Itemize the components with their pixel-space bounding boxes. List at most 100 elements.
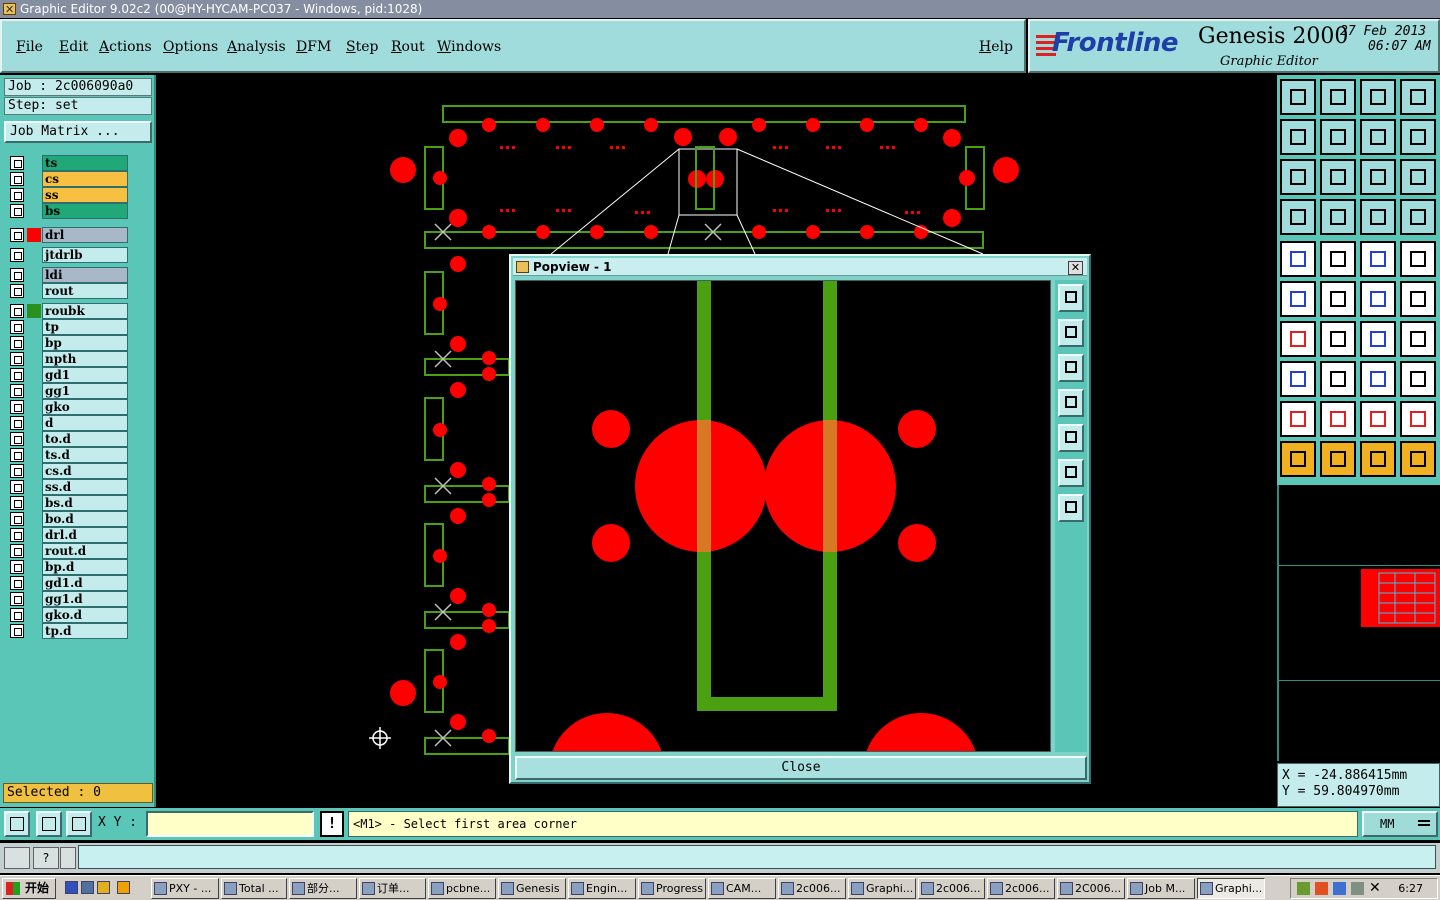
taskbar-item[interactable]: Engin... <box>568 878 636 899</box>
layer-row-ts[interactable]: ts <box>6 155 128 171</box>
layer-checkbox[interactable] <box>10 416 24 430</box>
layer-name[interactable]: bp <box>42 335 128 351</box>
exclaim-button[interactable]: ! <box>320 811 344 837</box>
grid-icon[interactable] <box>66 811 92 837</box>
popview-close-button[interactable]: Close <box>515 756 1087 780</box>
connect-icon[interactable] <box>1280 281 1316 317</box>
layer-checkbox[interactable] <box>10 284 24 298</box>
layer-checkbox[interactable] <box>10 204 24 218</box>
split-window-icon[interactable] <box>1400 79 1436 115</box>
layer-name[interactable]: bs <box>42 203 128 219</box>
pan-right-icon[interactable] <box>1320 119 1356 155</box>
taskbar-item[interactable]: 部分... <box>289 878 357 899</box>
layer-name[interactable]: gd1 <box>42 367 128 383</box>
menu-analysis[interactable]: Analysis <box>227 39 286 55</box>
layer-name[interactable]: tp <box>42 319 128 335</box>
layer-name[interactable]: drl <box>42 227 128 243</box>
grid-icon[interactable] <box>1320 199 1356 235</box>
triangle-two-icon[interactable] <box>1320 401 1356 437</box>
layer-checkbox[interactable] <box>10 156 24 170</box>
taskbar-item[interactable]: 2c006... <box>918 878 985 899</box>
taskbar-item[interactable]: 2c006... <box>778 878 846 899</box>
layer-row-bp[interactable]: bp <box>6 335 128 351</box>
snap-icon[interactable] <box>4 811 30 837</box>
layer-checkbox[interactable] <box>10 592 24 606</box>
move-point-icon[interactable] <box>1400 281 1436 317</box>
layer-row-drl[interactable]: drl <box>6 227 128 243</box>
layer-name[interactable]: roubk <box>42 303 128 319</box>
layer-name[interactable]: ss <box>42 187 128 203</box>
layer-name[interactable]: npth <box>42 351 128 367</box>
layer-name[interactable]: gko <box>42 399 128 415</box>
layer-name[interactable]: rout.d <box>42 543 128 559</box>
menu-actions[interactable]: Actions <box>99 39 152 55</box>
layer-row-d[interactable]: d <box>6 415 128 431</box>
layer-name[interactable]: drl.d <box>42 527 128 543</box>
layer-checkbox[interactable] <box>10 400 24 414</box>
menu-rout[interactable]: Rout <box>391 39 425 55</box>
job-matrix-button[interactable]: Job Matrix ... <box>4 121 152 143</box>
layer-checkbox[interactable] <box>10 188 24 202</box>
layer-row-gko[interactable]: gko <box>6 399 128 415</box>
layer-row-tp[interactable]: tp <box>6 319 128 335</box>
line-icon[interactable] <box>1320 321 1356 357</box>
layer-name[interactable]: jtdrlb <box>42 247 128 263</box>
taskbar-item[interactable]: Graphi... <box>1197 878 1265 899</box>
attributes-icon[interactable] <box>1280 361 1316 397</box>
quick-launch-icon[interactable] <box>116 878 131 899</box>
layer-name[interactable]: gg1 <box>42 383 128 399</box>
layer-name[interactable]: ts.d <box>42 447 128 463</box>
features-icon[interactable] <box>1360 199 1396 235</box>
layer-name[interactable]: rout <box>42 283 128 299</box>
layer-row-bo-d[interactable]: bo.d <box>6 511 128 527</box>
start-button[interactable]: 开始 <box>2 878 56 899</box>
layer-row-ts-d[interactable]: ts.d <box>6 447 128 463</box>
minus-icon[interactable] <box>1320 361 1356 397</box>
layer-checkbox[interactable] <box>10 480 24 494</box>
draw-line-icon[interactable] <box>1320 241 1356 277</box>
tray-icon[interactable] <box>1297 882 1310 895</box>
layer-name[interactable]: gko.d <box>42 607 128 623</box>
layer-row-ss-d[interactable]: ss.d <box>6 479 128 495</box>
select-arrow-icon[interactable] <box>1280 441 1316 477</box>
menu-step[interactable]: Step <box>346 39 378 55</box>
measure-icon[interactable] <box>36 811 62 837</box>
layer-name[interactable]: gg1.d <box>42 591 128 607</box>
popview-canvas[interactable] <box>515 280 1051 752</box>
layer-checkbox[interactable] <box>10 320 24 334</box>
quick-launch-icon[interactable] <box>96 878 111 899</box>
taskbar-item[interactable]: Progress <box>638 878 706 899</box>
menu-dfm[interactable]: DFM <box>296 39 331 55</box>
layer-row-npth[interactable]: npth <box>6 351 128 367</box>
layer-checkbox[interactable] <box>10 624 24 638</box>
menu-options[interactable]: Options <box>163 39 218 55</box>
pan-left-icon[interactable] <box>1280 119 1316 155</box>
layer-name[interactable]: to.d <box>42 431 128 447</box>
layer-name[interactable]: cs <box>42 171 128 187</box>
layer-row-tp-d[interactable]: tp.d <box>6 623 128 639</box>
layer-row-cs[interactable]: cs <box>6 171 128 187</box>
layer-row-bs[interactable]: bs <box>6 203 128 219</box>
popview-drawing[interactable] <box>516 281 1051 752</box>
text-icon[interactable] <box>1400 321 1436 357</box>
layer-name[interactable]: bs.d <box>42 495 128 511</box>
overview-thumbnail[interactable] <box>1361 569 1440 627</box>
layer-name[interactable]: ldi <box>42 267 128 283</box>
layer-row-cs-d[interactable]: cs.d <box>6 463 128 479</box>
layer-checkbox[interactable] <box>10 560 24 574</box>
taskbar-item[interactable]: Genesis <box>498 878 566 899</box>
arc-icon[interactable] <box>1360 321 1396 357</box>
taskbar-item[interactable]: CAM... <box>708 878 776 899</box>
dot-icon[interactable] <box>1400 241 1436 277</box>
help-query-icon[interactable] <box>1400 159 1436 195</box>
layer-checkbox[interactable] <box>10 384 24 398</box>
popview-pan-left-icon[interactable] <box>1058 389 1084 417</box>
close-x-icon[interactable]: ✕ <box>1369 881 1382 895</box>
adjust-icon[interactable] <box>1280 199 1316 235</box>
layer-checkbox[interactable] <box>10 512 24 526</box>
quick-launch-icon[interactable] <box>64 878 79 899</box>
layer-checkbox[interactable] <box>10 172 24 186</box>
taskbar-item[interactable]: PXY - ... <box>151 878 219 899</box>
shapes-icon[interactable] <box>1400 361 1436 397</box>
layer-row-gko-d[interactable]: gko.d <box>6 607 128 623</box>
